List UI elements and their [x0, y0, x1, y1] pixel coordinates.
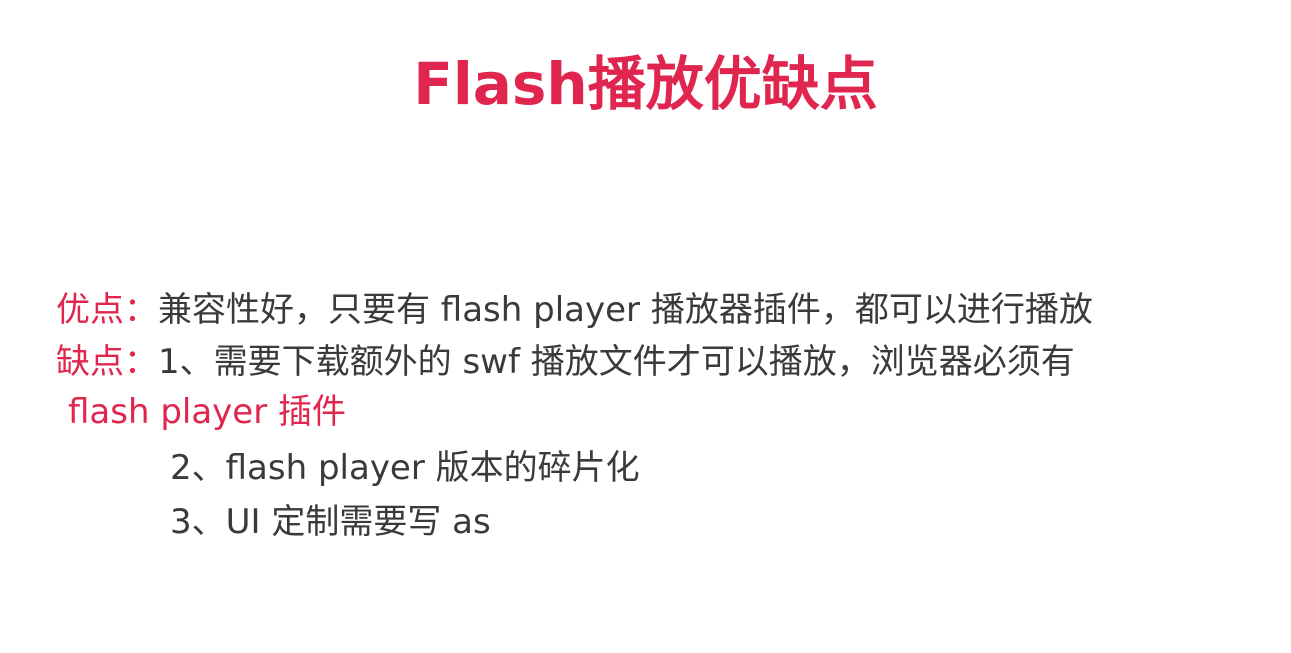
- pros-line: 优点：兼容性好，只要有 flash player 播放器插件，都可以进行播放: [56, 288, 1093, 332]
- cons-item-2: 2、flash player 版本的碎片化: [170, 448, 640, 488]
- cons-item-3: 3、UI 定制需要写 as: [170, 502, 491, 542]
- pros-text: 兼容性好，只要有 flash player 播放器插件，都可以进行播放: [158, 290, 1093, 330]
- cons-item-1: 1、需要下载额外的 swf 播放文件才可以播放，浏览器必须有: [158, 342, 1075, 382]
- cons-line-1: 缺点：1、需要下载额外的 swf 播放文件才可以播放，浏览器必须有: [56, 340, 1075, 384]
- cons-label: 缺点：: [56, 342, 158, 382]
- pros-label: 优点：: [56, 290, 158, 330]
- slide-title: Flash播放优缺点: [413, 50, 878, 118]
- cons-item-1-continued: flash player 插件: [68, 392, 347, 432]
- slide: Flash播放优缺点 优点：兼容性好，只要有 flash player 播放器插…: [0, 0, 1291, 653]
